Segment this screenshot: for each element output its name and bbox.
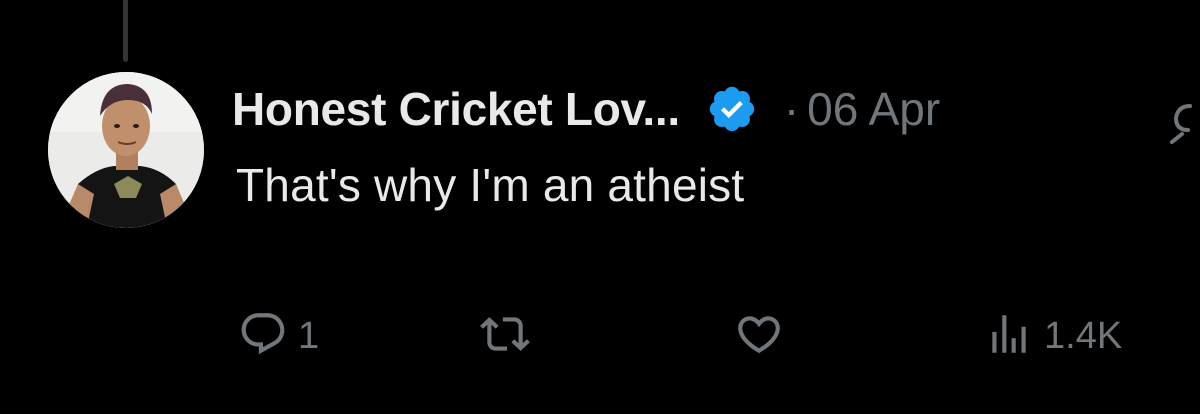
views-icon (984, 309, 1034, 364)
tweet-header: Honest Cricket Lov... · 06 Apr (232, 78, 940, 140)
grok-icon[interactable] (1168, 84, 1200, 144)
tweet-actions-bar: 1 1.4K (0, 308, 1200, 364)
heart-icon (734, 309, 784, 364)
tweet-text: That's why I'm an atheist (236, 159, 745, 211)
reply-icon (238, 309, 288, 364)
views-count: 1.4K (1044, 314, 1123, 357)
verified-badge-icon (706, 83, 758, 135)
retweet-icon (480, 309, 530, 364)
display-name[interactable]: Honest Cricket Lov... (232, 82, 680, 136)
like-button[interactable] (734, 308, 794, 364)
avatar-photo (48, 72, 204, 228)
views-button[interactable]: 1.4K (984, 308, 1122, 364)
tweet-date[interactable]: 06 Apr (807, 82, 940, 136)
thread-connector-line (123, 0, 128, 62)
retweet-button[interactable] (480, 308, 540, 364)
header-separator: · (783, 83, 800, 135)
reply-button[interactable]: 1 (238, 308, 319, 364)
avatar[interactable] (48, 72, 204, 228)
reply-count: 1 (298, 314, 320, 357)
